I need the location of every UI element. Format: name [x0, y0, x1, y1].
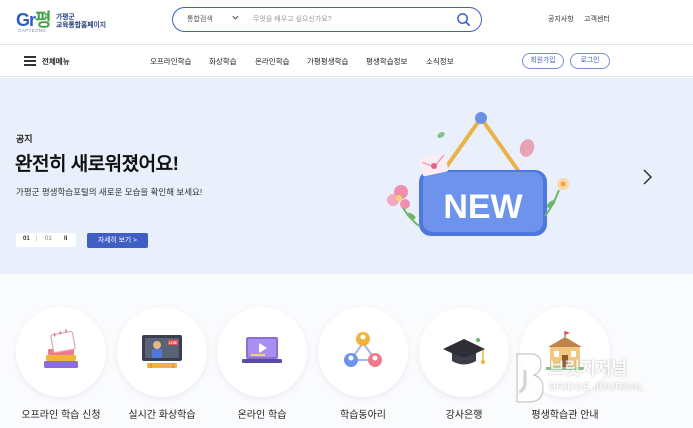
- login-button[interactable]: 로그인: [570, 53, 610, 69]
- pager-current: 01: [23, 236, 30, 242]
- quick-link-online[interactable]: 온라인 학습: [212, 307, 312, 428]
- watermark-subtitle: BRIDGE JOURNAL: [549, 382, 644, 393]
- hamburger-icon: [24, 56, 36, 66]
- quick-link-label: 실시간 화상학습: [128, 410, 196, 421]
- watermark: 브릿지저널 BRIDGE JOURNAL: [513, 352, 693, 412]
- nav-item-online[interactable]: 온라인학습: [255, 56, 290, 67]
- main-nav: 전체메뉴 오프라인학습 화상학습 온라인학습 가평평생학습 평생학습정보 소식정…: [0, 45, 693, 77]
- quick-link-label: 온라인 학습: [237, 410, 287, 421]
- quick-link-label: 강사은행: [445, 410, 483, 421]
- chevron-right-icon[interactable]: [640, 168, 654, 186]
- all-menu-button[interactable]: 전체메뉴: [24, 55, 84, 69]
- live-lecture-icon: LIVE: [142, 335, 182, 368]
- quick-link-offline[interactable]: 오프라인 학습 신청: [11, 307, 111, 428]
- quick-link-circle: [318, 307, 408, 397]
- all-menu-label: 전체메뉴: [42, 57, 70, 66]
- quick-link-circle: [16, 307, 106, 397]
- quick-link-instructor[interactable]: 강사은행: [414, 307, 514, 428]
- laptop-play-icon: [242, 337, 282, 363]
- svg-text:LIVE: LIVE: [169, 341, 177, 345]
- quick-link-circle: LIVE: [117, 307, 207, 397]
- chevron-down-icon[interactable]: [231, 13, 240, 22]
- nav-item-gapyeong[interactable]: 가평평생학습: [307, 56, 348, 67]
- quick-link-circle: [419, 307, 509, 397]
- search-icon[interactable]: [456, 12, 471, 27]
- new-sign-text: NEW: [443, 188, 523, 226]
- hero-category: 공지: [16, 134, 33, 144]
- nav-item-news[interactable]: 소식정보: [426, 56, 454, 67]
- graduation-cap-icon: [443, 338, 485, 365]
- hero-title: 완전히 새로워졌어요!: [15, 154, 179, 175]
- nav-item-info[interactable]: 평생학습정보: [366, 56, 407, 67]
- quick-link-circle: [217, 307, 307, 397]
- detail-button[interactable]: 자세히 보기 >: [87, 233, 148, 248]
- slide-pager: 01 | 01 II: [16, 233, 76, 247]
- nav-item-offline[interactable]: 오프라인학습: [150, 56, 191, 67]
- logo-sub: GAPYEONG: [18, 28, 47, 33]
- pause-button[interactable]: II: [64, 236, 67, 242]
- watermark-title: 브릿지저널: [549, 359, 628, 378]
- pager-total: 01: [45, 236, 52, 242]
- hero-banner: 공지 완전히 새로워졌어요! 가평군 평생학습포털의 새로운 모습을 확인해 보…: [0, 78, 693, 274]
- watermark-logo: [516, 353, 544, 403]
- notice-link[interactable]: 공지사항: [548, 14, 574, 24]
- customer-center-link[interactable]: 고객센터: [584, 14, 610, 24]
- hero-description: 가평군 평생학습포털의 새로운 모습을 확인해 보세요!: [16, 187, 203, 197]
- site-header: Gr평 GAPYEONG 가평군 교육통합홈페이지 통합검색 공지사항 고객센터: [0, 0, 693, 44]
- site-logo[interactable]: Gr평 GAPYEONG 가평군 교육통합홈페이지: [14, 6, 124, 36]
- quick-link-live[interactable]: LIVE 실시간 화상학습: [112, 307, 212, 428]
- logo-text-line2: 교육통합홈페이지: [56, 22, 107, 29]
- logo-text-line1: 가평군: [56, 14, 75, 21]
- pager-separator: |: [36, 236, 38, 242]
- quick-link-label: 오프라인 학습 신청: [21, 410, 101, 421]
- nav-item-video[interactable]: 화상학습: [209, 56, 237, 67]
- signup-button[interactable]: 회원가입: [522, 53, 564, 69]
- logo-text: 가평군 교육통합홈페이지: [56, 14, 106, 30]
- quick-link-club[interactable]: 학습동아리: [313, 307, 413, 428]
- books-calendar-icon: [44, 329, 78, 368]
- new-sign-illustration: NEW: [387, 112, 569, 236]
- search-category[interactable]: 통합검색: [187, 14, 213, 24]
- community-icon: [344, 332, 382, 367]
- quick-link-label: 학습동아리: [340, 410, 386, 421]
- search-input[interactable]: [253, 12, 443, 26]
- search-bar: 통합검색: [172, 7, 482, 32]
